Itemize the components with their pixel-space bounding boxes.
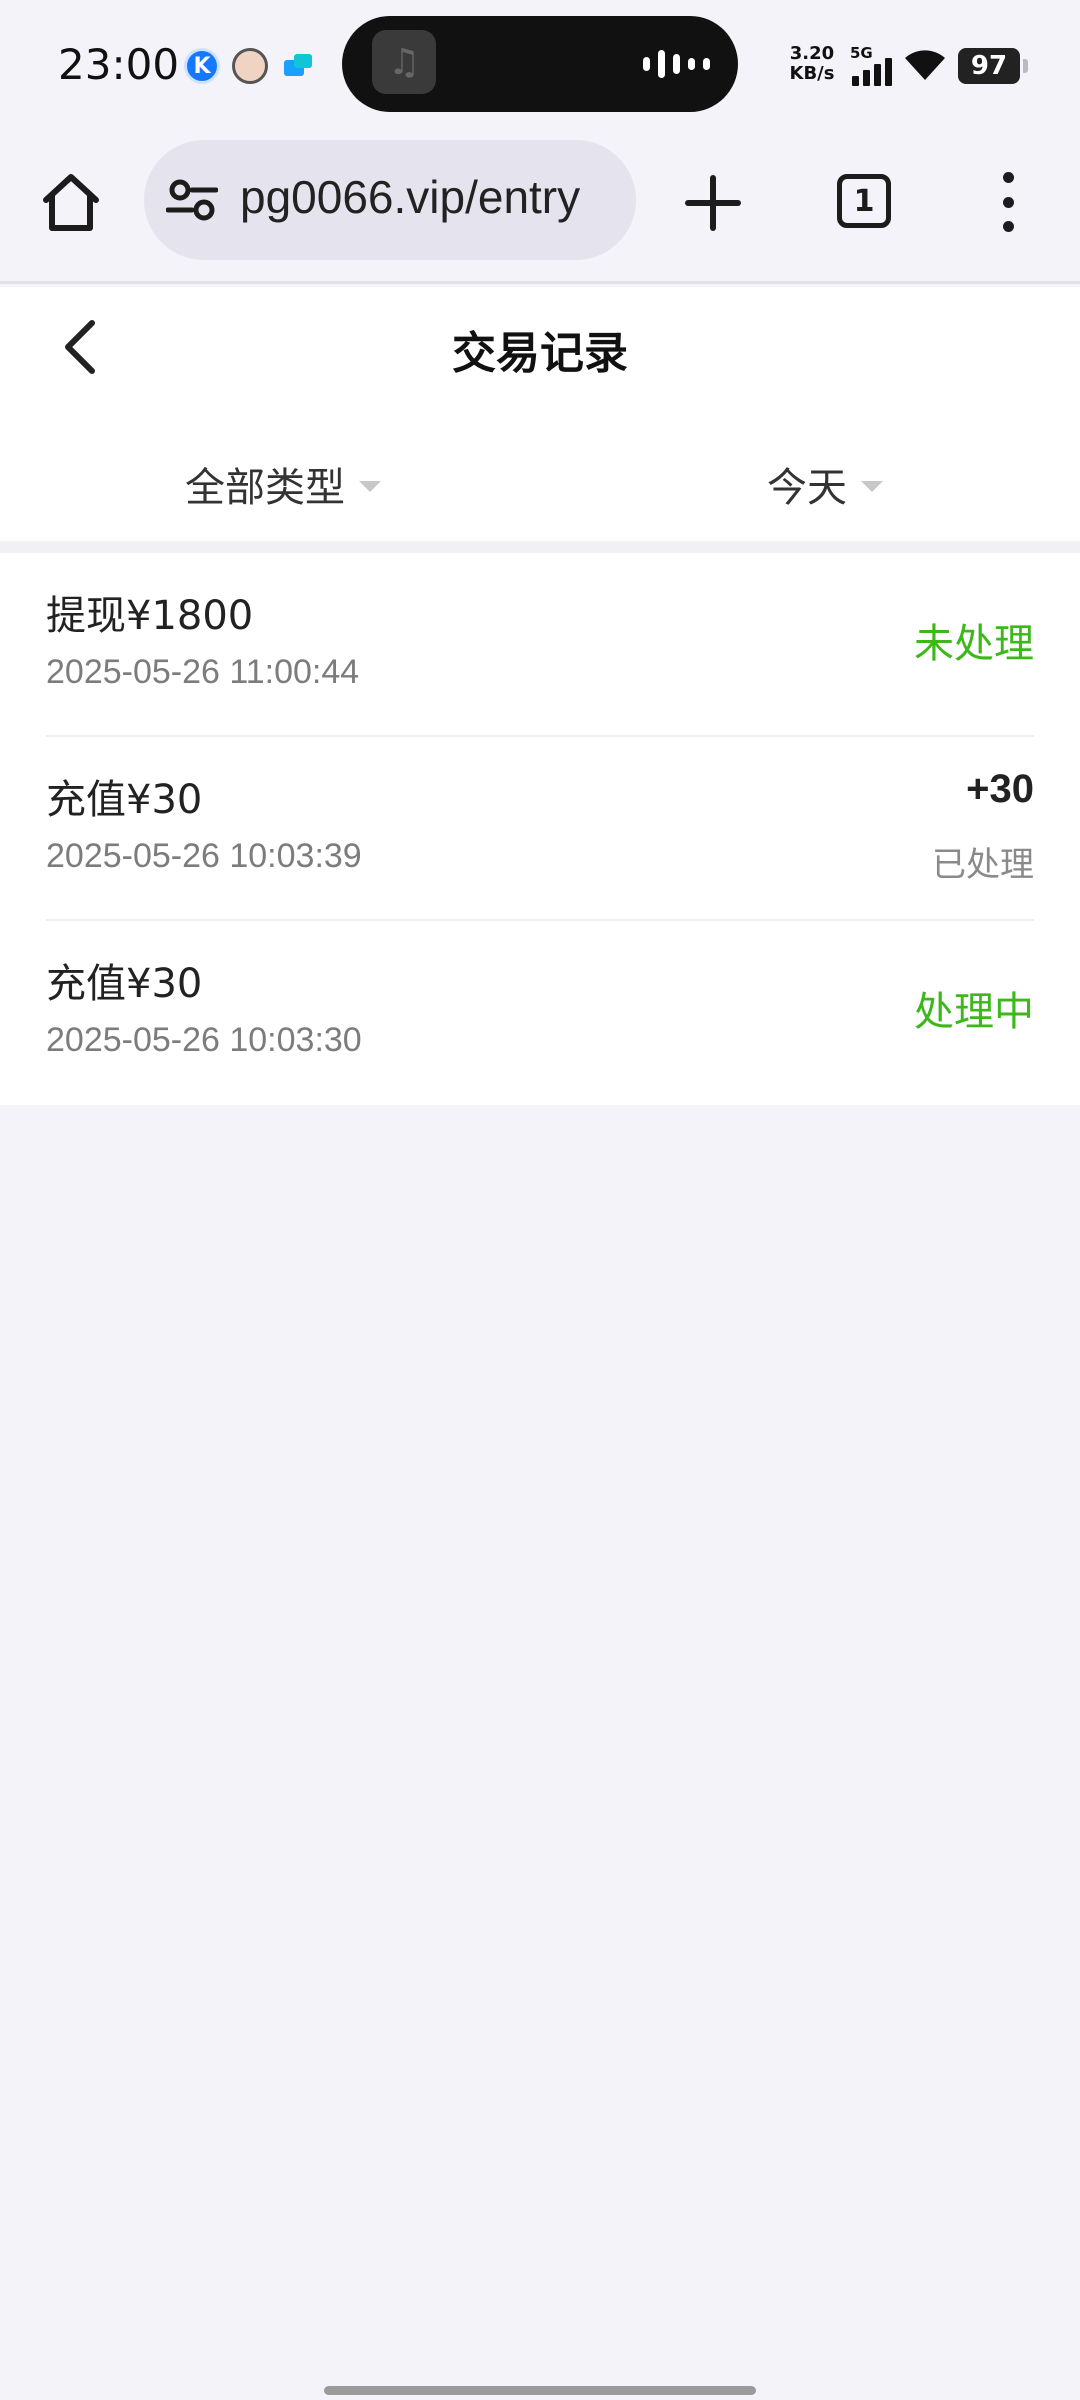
audio-wave-icon <box>643 46 710 82</box>
transaction-status: 已处理 <box>932 845 1034 885</box>
caret-down-icon <box>861 480 883 492</box>
date-filter-label: 今天 <box>767 465 847 511</box>
address-bar[interactable]: pg0066.vip/entry <box>144 140 636 260</box>
transaction-time: 2025-05-26 10:03:30 <box>46 1021 362 1059</box>
transaction-title: 充值¥30 <box>46 777 203 823</box>
k-app-notification-icon: K <box>184 48 220 84</box>
page-header: 交易记录 <box>0 287 1080 407</box>
filter-bar: 全部类型 今天 <box>0 407 1080 541</box>
transaction-list: 提现¥1800 2025-05-26 11:00:44 未处理 充值¥30 20… <box>0 553 1080 1105</box>
tab-switcher-button[interactable]: 1 <box>837 174 891 228</box>
battery-icon: 97 <box>958 48 1028 84</box>
transaction-status: 未处理 <box>914 621 1034 667</box>
url-text[interactable]: pg0066.vip/entry <box>240 170 620 224</box>
transaction-status: 处理中 <box>914 989 1034 1035</box>
music-note-icon: ♫ <box>372 30 436 94</box>
cloud-app-notification-icon <box>282 48 318 84</box>
caret-down-icon <box>359 480 381 492</box>
network-speed-value: 3.20 <box>789 43 835 64</box>
site-settings-icon[interactable] <box>166 176 218 224</box>
page: 23:00 K ♫ 3.20 KB/s 5G 97 pg0066.vip/ent… <box>0 0 1080 2400</box>
wifi-icon <box>905 50 945 80</box>
browser-toolbar: pg0066.vip/entry 1 <box>0 130 1080 284</box>
signal-icon: 5G <box>850 44 894 88</box>
status-time: 23:00 <box>58 40 180 89</box>
dynamic-island[interactable]: ♫ <box>342 16 738 112</box>
more-menu-icon[interactable] <box>998 172 1018 232</box>
status-bar: 23:00 K ♫ 3.20 KB/s 5G 97 <box>0 0 1080 130</box>
new-tab-icon[interactable] <box>684 174 742 232</box>
transaction-row[interactable]: 提现¥1800 2025-05-26 11:00:44 未处理 <box>46 553 1034 737</box>
avatar-notification-icon <box>232 48 268 84</box>
transaction-amount: +30 <box>966 767 1034 811</box>
type-filter-label: 全部类型 <box>185 465 345 511</box>
type-filter-dropdown[interactable]: 全部类型 <box>185 455 381 513</box>
page-title: 交易记录 <box>452 328 628 379</box>
home-icon[interactable] <box>38 170 104 236</box>
date-filter-dropdown[interactable]: 今天 <box>767 455 883 513</box>
transaction-time: 2025-05-26 10:03:39 <box>46 837 362 875</box>
transaction-row[interactable]: 充值¥30 2025-05-26 10:03:30 处理中 <box>46 921 1034 1105</box>
section-divider <box>0 541 1080 553</box>
transaction-title: 充值¥30 <box>46 961 203 1007</box>
network-speed: 3.20 KB/s <box>784 44 840 84</box>
home-indicator[interactable] <box>324 2386 756 2395</box>
transaction-row[interactable]: 充值¥30 2025-05-26 10:03:39 +30 已处理 <box>46 737 1034 921</box>
transaction-time: 2025-05-26 11:00:44 <box>46 653 360 691</box>
transaction-title: 提现¥1800 <box>46 593 254 639</box>
network-speed-unit: KB/s <box>789 63 835 84</box>
